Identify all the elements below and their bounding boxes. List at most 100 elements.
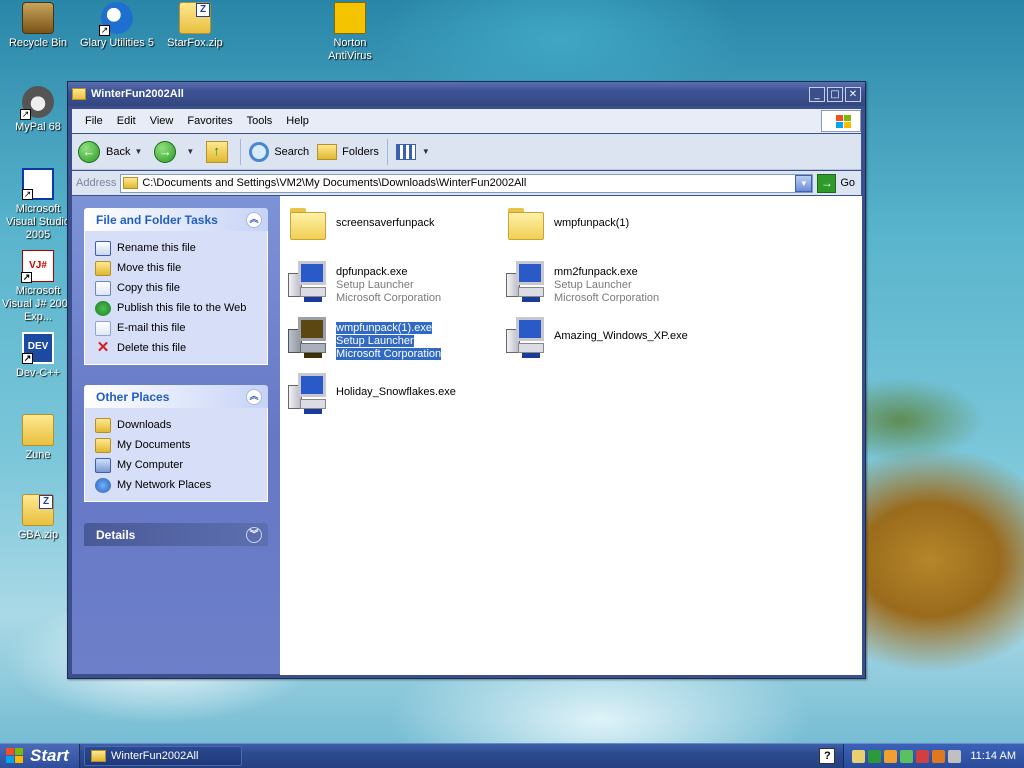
file-item-screensaverfunpack[interactable]: screensaverfunpack <box>284 200 434 248</box>
file-item-wmpfunpack-exe[interactable]: wmpfunpack(1).exe Setup Launcher Microso… <box>284 313 442 361</box>
desktop-icon-gba-zip[interactable]: Z GBA.zip <box>0 494 76 542</box>
panel-header[interactable]: Details ︾ <box>84 523 268 546</box>
desktop-icon-recycle-bin[interactable]: Recycle Bin <box>0 2 76 50</box>
desktop-icon-visual-studio[interactable]: ↗ Microsoft Visual Studio 2005 <box>0 168 76 242</box>
go-button[interactable]: → Go <box>817 173 855 193</box>
menu-help[interactable]: Help <box>279 115 316 127</box>
back-button[interactable]: ← Back ▼ <box>74 137 150 167</box>
desktop-icon-norton-antivirus[interactable]: Norton AntiVirus <box>312 2 388 63</box>
toolbar-separator <box>240 138 242 165</box>
desktop-icon-starfox-zip[interactable]: Z StarFox.zip <box>157 2 233 50</box>
place-my-computer[interactable]: My Computer <box>95 455 267 475</box>
menu-bar: File Edit View Favorites Tools Help <box>72 109 861 133</box>
place-my-documents[interactable]: My Documents <box>95 435 267 455</box>
setup-launcher-icon <box>502 257 550 305</box>
menu-tools[interactable]: Tools <box>240 115 280 127</box>
setup-icon <box>284 369 332 417</box>
folders-button[interactable]: Folders <box>313 137 383 167</box>
views-button[interactable]: ▼ <box>392 137 438 167</box>
menu-file[interactable]: File <box>78 115 110 127</box>
go-arrow-icon: → <box>817 173 837 193</box>
system-tray: 11:14 AM <box>843 743 1024 768</box>
help-icon[interactable]: ? <box>819 748 836 764</box>
task-delete[interactable]: ✕ Delete this file <box>95 338 267 358</box>
chevron-down-icon[interactable]: ▼ <box>134 147 142 156</box>
shortcut-arrow-icon: ↗ <box>21 272 32 283</box>
desktop-icon-visual-jsharp[interactable]: VJ# ↗ Microsoft Visual J# 2005 Exp... <box>0 250 76 324</box>
file-name: Amazing_Windows_XP.exe <box>554 330 688 342</box>
up-button[interactable] <box>202 137 236 167</box>
shortcut-arrow-icon: ↗ <box>22 189 33 200</box>
address-value: C:\Documents and Settings\VM2\My Documen… <box>142 177 527 189</box>
menu-favorites[interactable]: Favorites <box>180 115 239 127</box>
tray-security-icon[interactable] <box>868 749 882 763</box>
file-description: Setup Launcher <box>336 279 414 291</box>
collapse-icon[interactable]: ︽ <box>246 211 262 228</box>
tray-norton-icon[interactable] <box>884 749 898 763</box>
task-publish-web[interactable]: Publish this file to the Web <box>95 298 267 318</box>
chevron-down-icon[interactable]: ▼ <box>186 147 194 156</box>
task-email[interactable]: E-mail this file <box>95 318 267 338</box>
panel-title: File and Folder Tasks <box>96 212 218 227</box>
file-item-dpfunpack[interactable]: dpfunpack.exe Setup Launcher Microsoft C… <box>284 257 441 305</box>
explorer-window: WinterFun2002All _ □ ✕ File Edit View Fa… <box>67 81 866 679</box>
shortcut-arrow-icon: ↗ <box>20 109 31 120</box>
setup-icon <box>502 313 550 361</box>
chevron-down-icon: ▼ <box>421 147 430 156</box>
file-name: mm2funpack.exe <box>554 266 638 278</box>
tray-network-icon[interactable] <box>852 749 866 763</box>
desktop-icon-zune[interactable]: Zune <box>0 414 76 462</box>
desktop-icon-dev-cpp[interactable]: DEV ↗ Dev-C++ <box>0 332 76 380</box>
maximize-button[interactable]: □ <box>827 86 843 102</box>
place-label: My Documents <box>117 439 191 451</box>
collapse-icon[interactable]: ︽ <box>246 388 262 405</box>
forward-button[interactable]: → ▼ <box>150 137 202 167</box>
file-item-holiday-snowflakes[interactable]: Holiday_Snowflakes.exe <box>284 369 456 417</box>
computer-icon <box>95 457 111 473</box>
panel-header[interactable]: Other Places ︽ <box>84 385 268 408</box>
file-folder-tasks-panel: File and Folder Tasks ︽ Rename this file… <box>84 208 268 365</box>
task-move[interactable]: Move this file <box>95 258 267 278</box>
place-downloads[interactable]: Downloads <box>95 415 267 435</box>
mypal-icon: ↗ <box>20 86 54 120</box>
panel-header[interactable]: File and Folder Tasks ︽ <box>84 208 268 231</box>
file-item-wmpfunpack-folder[interactable]: wmpfunpack(1) <box>502 200 629 248</box>
other-places-panel: Other Places ︽ Downloads My Documents My… <box>84 385 268 502</box>
search-button[interactable]: Search <box>245 137 313 167</box>
desktop-icon-label: Dev-C++ <box>15 367 61 379</box>
file-company: Microsoft Corporation <box>336 292 442 304</box>
panel-title: Other Places <box>96 389 170 404</box>
file-item-mm2funpack[interactable]: mm2funpack.exe Setup Launcher Microsoft … <box>502 257 659 305</box>
task-rename[interactable]: Rename this file <box>95 238 267 258</box>
expand-icon[interactable]: ︾ <box>246 526 262 543</box>
desktop-icon-glary-utilities[interactable]: ↗ Glary Utilities 5 <box>79 2 155 50</box>
task-label: Copy this file <box>117 282 180 294</box>
title-bar[interactable]: WinterFun2002All _ □ ✕ <box>68 82 865 106</box>
task-copy[interactable]: Copy this file <box>95 278 267 298</box>
place-my-network-places[interactable]: My Network Places <box>95 475 267 495</box>
address-input[interactable]: C:\Documents and Settings\VM2\My Documen… <box>120 173 814 193</box>
tray-update-icon[interactable] <box>900 749 914 763</box>
tray-speaker-icon[interactable] <box>916 749 930 763</box>
address-dropdown-button[interactable]: ▼ <box>795 174 813 192</box>
desktop-icon-mypal[interactable]: ↗ MyPal 68 <box>0 86 76 134</box>
file-list-view: screensaverfunpack wmpfunpack(1) dpfunpa… <box>280 196 862 675</box>
desktop-icon-label: GBA.zip <box>17 529 59 541</box>
delete-icon: ✕ <box>96 338 110 356</box>
desktop-icon-label: Microsoft Visual J# 2005 Exp... <box>2 285 74 323</box>
zip-folder-icon: Z <box>22 494 54 526</box>
minimize-button[interactable]: _ <box>809 86 825 102</box>
go-label: Go <box>840 177 855 189</box>
menu-edit[interactable]: Edit <box>110 115 143 127</box>
taskbar: Start WinterFun2002All ? 11:14 AM <box>0 743 1024 768</box>
file-item-amazing-windows-xp[interactable]: Amazing_Windows_XP.exe <box>502 313 688 361</box>
network-icon <box>95 477 111 493</box>
taskbar-button-winterfun[interactable]: WinterFun2002All <box>84 746 242 766</box>
start-button[interactable]: Start <box>0 743 80 768</box>
close-button[interactable]: ✕ <box>845 86 861 102</box>
tray-safely-remove-icon[interactable] <box>948 749 962 763</box>
menu-view[interactable]: View <box>143 115 181 127</box>
tray-search-icon[interactable] <box>932 749 946 763</box>
clock[interactable]: 11:14 AM <box>970 750 1016 762</box>
recycle-bin-icon <box>22 2 54 34</box>
